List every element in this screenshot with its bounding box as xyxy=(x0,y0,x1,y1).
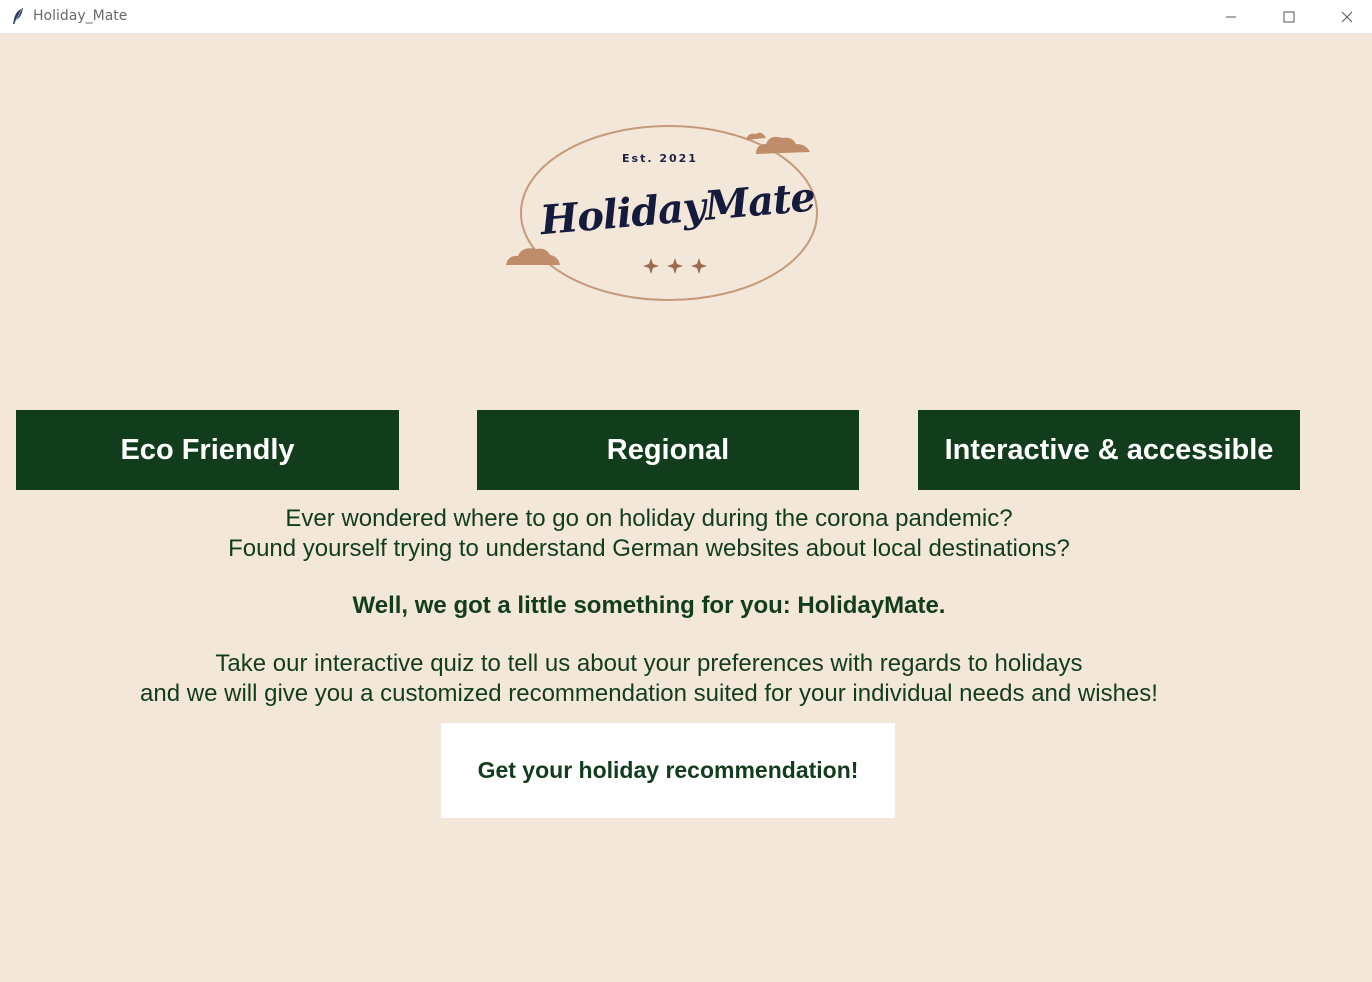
close-button[interactable] xyxy=(1318,0,1372,33)
holidaymate-logo: Est. 2021 HolidayMate xyxy=(500,118,820,308)
maximize-button[interactable] xyxy=(1260,0,1318,33)
intro-line: Take our interactive quiz to tell us abo… xyxy=(215,650,1083,677)
regional-button[interactable]: Regional xyxy=(477,410,859,490)
stars-icon xyxy=(643,258,707,274)
minimize-button[interactable] xyxy=(1202,0,1260,33)
feather-icon xyxy=(10,7,26,25)
established-text: Est. 2021 xyxy=(622,152,698,165)
title-bar: Holiday_Mate xyxy=(0,0,1372,34)
minimize-icon xyxy=(1226,16,1236,17)
get-recommendation-button[interactable]: Get your holiday recommendation! xyxy=(441,723,895,818)
intro-line: and we will give you a customized recomm… xyxy=(140,680,1158,707)
intro-line: Found yourself trying to understand Germ… xyxy=(228,535,1070,562)
cloud-icon xyxy=(506,248,560,265)
window-title: Holiday_Mate xyxy=(33,8,128,24)
interactive-accessible-button[interactable]: Interactive & accessible xyxy=(918,410,1300,490)
intro-line: Ever wondered where to go on holiday dur… xyxy=(285,505,1013,532)
maximize-icon xyxy=(1283,11,1295,22)
close-icon xyxy=(1341,11,1353,22)
app-window: Holiday_Mate Est. 2021 HolidayMate Eco F… xyxy=(0,0,1372,982)
eco-friendly-button[interactable]: Eco Friendly xyxy=(16,410,399,490)
tagline: Well, we got a little something for you:… xyxy=(352,592,946,619)
